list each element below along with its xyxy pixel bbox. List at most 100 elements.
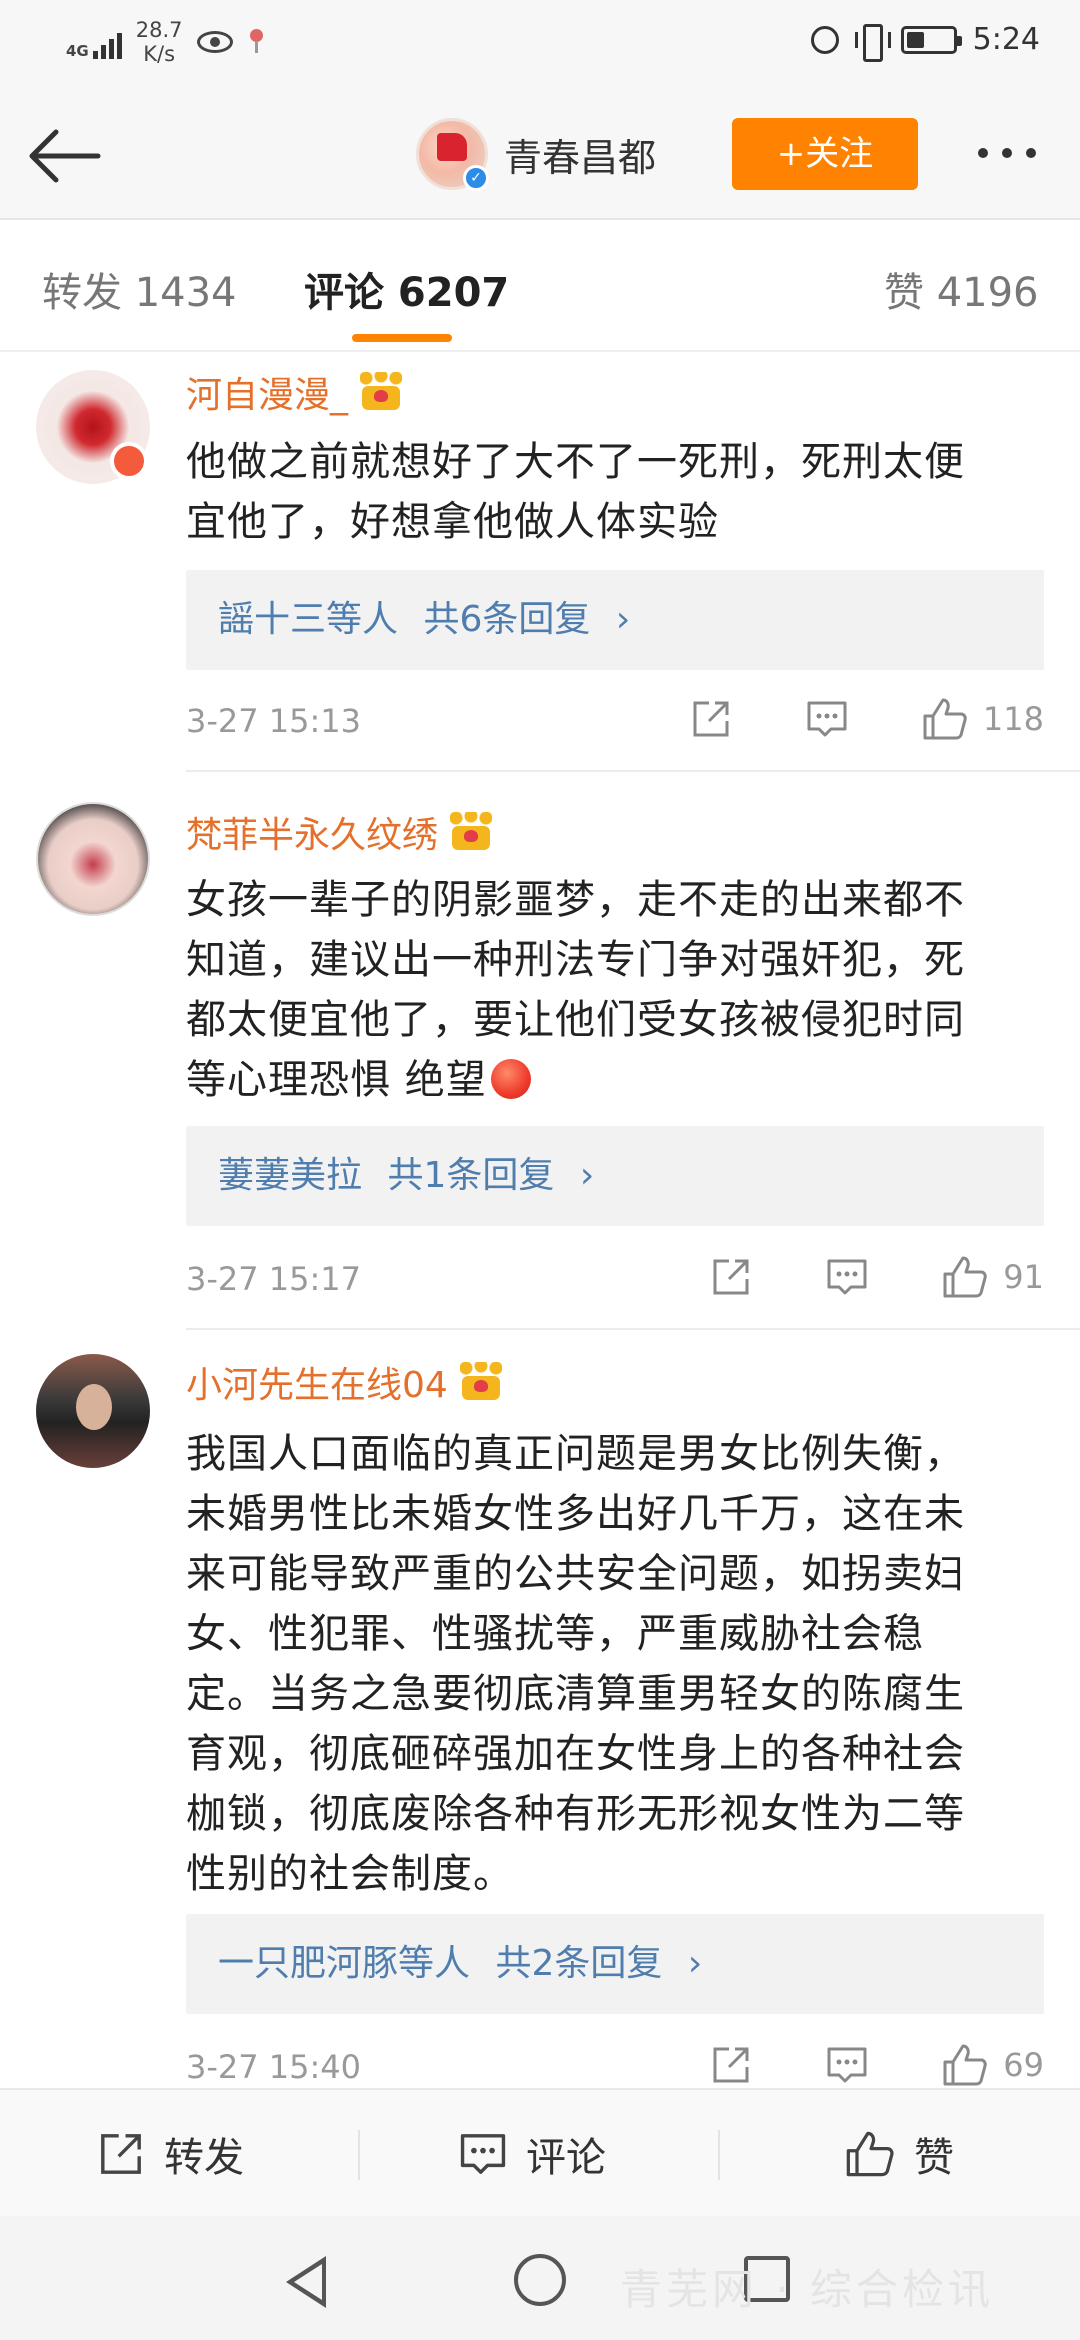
like-count: 69 (1003, 2046, 1044, 2084)
speed-value: 28.7 (135, 18, 183, 42)
avatar[interactable] (36, 1354, 150, 1468)
like-icon[interactable] (941, 2042, 989, 2088)
comment-button[interactable]: 评论 (458, 2090, 606, 2218)
comment-header: 小河先生在线04 (186, 1356, 504, 1408)
comment-line: 枷锁，彻底废除各种有形无形视女性为二等 (186, 1791, 965, 1837)
verified-icon: ✓ (463, 165, 489, 191)
chevron-right-icon: › (579, 1155, 595, 1196)
comment-text: 他做之前就想好了大不了一死刑，死刑太便 宜他了，好想拿他做人体实验 (186, 432, 1046, 552)
comment-line: 我国人口面临的真正问题是男女比例失衡， (186, 1431, 965, 1477)
vibrate-icon (854, 23, 891, 62)
replies-count: 共6条回复 (423, 599, 591, 640)
account-avatar[interactable]: ✓ (416, 118, 489, 191)
replies-preview[interactable]: 萋萋美拉 共1条回复 › (186, 1126, 1044, 1226)
tab-likes[interactable]: 赞 4196 (884, 260, 1039, 318)
status-bar: 4G 28.7 K/s 5:24 (0, 0, 1080, 90)
comment-line: 未婚男性比未婚女性多出好几千万，这在未 (186, 1491, 965, 1537)
comment-line: 育观，彻底砸碎强加在女性身上的各种社会 (186, 1731, 965, 1777)
account-name[interactable]: 青春昌都 (504, 127, 656, 182)
like-button[interactable]: 赞 (844, 2090, 954, 2218)
comment-label: 评论 (526, 2135, 606, 2181)
comment-line: 女孩一辈子的阴影噩梦，走不走的出来都不 (186, 877, 965, 923)
comment-username[interactable]: 小河先生在线04 (186, 1356, 448, 1408)
status-right: 5:24 (810, 22, 1040, 62)
active-tab-indicator (352, 334, 452, 342)
share-icon (101, 2134, 141, 2174)
comment-icon (460, 2134, 506, 2174)
nav-home-icon[interactable] (514, 2254, 566, 2306)
comment-header: 梵菲半永久纹绣 (186, 806, 494, 858)
like-icon[interactable] (921, 696, 969, 742)
repost-button[interactable]: 转发 (96, 2090, 244, 2218)
replies-preview[interactable]: 謡十三等人 共6条回复 › (186, 570, 1044, 670)
share-icon[interactable] (709, 1255, 753, 1299)
network-type: 4G (66, 42, 89, 60)
like-label: 赞 (914, 2135, 954, 2181)
clock: 5:24 (972, 22, 1040, 57)
watermark: 青芜网 · 综合检讯 (620, 2265, 995, 2314)
comment-meta: 3-27 15:40 69 (186, 2042, 1044, 2092)
repost-label: 转发 (164, 2135, 244, 2181)
comment-time: 3-27 15:17 (186, 1260, 362, 1298)
comment-text: 女孩一辈子的阴影噩梦，走不走的出来都不 知道，建议出一种刑法专门争对强奸犯，死 … (186, 870, 1046, 1110)
share-icon[interactable] (689, 697, 733, 741)
replies-count: 共1条回复 (387, 1155, 555, 1196)
comment-time: 3-27 15:13 (186, 702, 362, 740)
bottom-action-bar: 转发 评论 赞 (0, 2088, 1080, 2216)
alarm-icon (810, 25, 839, 54)
reply-icon[interactable] (825, 2043, 869, 2087)
divider (186, 770, 1080, 772)
divider (718, 2130, 720, 2180)
app-header: ✓ 青春昌都 +关注 (0, 90, 1080, 220)
like-icon[interactable] (941, 1254, 989, 1300)
like-icon (846, 2131, 894, 2177)
comment-actions: 118 (689, 696, 1044, 742)
chevron-right-icon: › (615, 599, 631, 640)
nav-back-icon[interactable] (286, 2256, 326, 2308)
comment-username[interactable]: 梵菲半永久纹绣 (186, 806, 438, 858)
comment-meta: 3-27 15:17 91 (186, 1254, 1044, 1304)
more-options-icon[interactable] (978, 148, 1036, 158)
comment-line: 知道，建议出一种刑法专门争对强奸犯，死 (186, 937, 965, 983)
comment-line: 都太便宜他了，要让他们受女孩被侵犯时同 (186, 997, 965, 1043)
replies-by: 謡十三等人 (218, 599, 399, 640)
reply-icon[interactable] (825, 1255, 869, 1299)
battery-icon (900, 25, 962, 54)
location-icon (247, 29, 265, 55)
follow-button[interactable]: +关注 (732, 118, 918, 190)
vip-badge-icon (110, 442, 148, 480)
tab-repost[interactable]: 转发 1434 (42, 260, 237, 318)
comment-line: 女、性犯罪、性骚扰等，严重威胁社会稳 (186, 1611, 924, 1657)
avatar[interactable] (36, 802, 150, 916)
comment-actions: 69 (709, 2042, 1044, 2088)
comment-line: 他做之前就想好了大不了一死刑，死刑太便 (186, 439, 965, 485)
replies-count: 共2条回复 (495, 1943, 663, 1984)
divider (358, 2130, 360, 2180)
comment-line: 等心理恐惧 绝望 (186, 1050, 1046, 1110)
comment-meta: 3-27 15:13 118 (186, 696, 1044, 746)
chevron-right-icon: › (687, 1943, 703, 1984)
like-count: 118 (982, 700, 1044, 738)
signal-icon: 4G (66, 25, 122, 59)
comment-line-text: 等心理恐惧 绝望 (186, 1057, 487, 1103)
replies-by: 一只肥河豚等人 (218, 1943, 471, 1984)
comment-line: 来可能导致严重的公共安全问题，如拐卖妇 (186, 1551, 965, 1597)
tab-comments[interactable]: 评论 6207 (304, 260, 509, 318)
account-info[interactable]: ✓ 青春昌都 (416, 118, 656, 191)
interaction-tabs: 转发 1434 评论 6207 赞 4196 (0, 222, 1080, 352)
system-nav-bar: 青芜网 · 综合检讯 (0, 2216, 1080, 2340)
share-icon[interactable] (709, 2043, 753, 2087)
replies-preview[interactable]: 一只肥河豚等人 共2条回复 › (186, 1914, 1044, 2014)
comment-actions: 91 (709, 1254, 1044, 1300)
comment-header: 河自漫漫_ (186, 366, 404, 418)
status-left: 4G 28.7 K/s (66, 18, 265, 66)
reply-icon[interactable] (805, 697, 849, 741)
comment-time: 3-27 15:40 (186, 2048, 362, 2086)
comment-line: 性别的社会制度。 (186, 1851, 514, 1897)
comment-username[interactable]: 河自漫漫_ (186, 366, 348, 418)
angry-emoji-icon (490, 1059, 531, 1099)
crown-icon (458, 1362, 504, 1402)
speed-unit: K/s (143, 42, 176, 66)
crown-icon (358, 372, 404, 412)
back-arrow-icon[interactable] (28, 128, 102, 184)
